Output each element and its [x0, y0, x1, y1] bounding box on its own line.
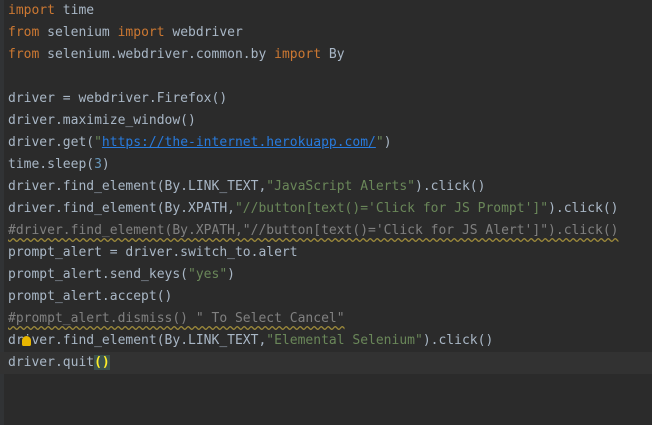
code-text: selenium.webdriver.common.by: [39, 47, 275, 62]
comment: #prompt_alert.dismiss() " To Select Canc…: [8, 311, 345, 326]
code-line-15[interactable]: #prompt_alert.dismiss() " To Select Canc…: [8, 308, 345, 330]
code-editor[interactable]: import time from selenium import webdriv…: [0, 0, 652, 425]
comment: #driver.find_element(By.XPATH,"//button[…: [8, 223, 619, 238]
code-text: prompt_alert.send_keys(: [8, 267, 189, 282]
code-text: selenium: [39, 25, 118, 40]
code-text: webdriver: [164, 25, 243, 40]
string-literal: "yes": [188, 267, 228, 282]
bulb-icon[interactable]: [21, 335, 31, 346]
code-text: ): [227, 267, 235, 282]
code-text: driver.get(: [8, 135, 95, 150]
number-literal: 3: [94, 157, 102, 172]
code-line-3[interactable]: from selenium.webdriver.common.by import…: [8, 44, 345, 66]
code-line-9[interactable]: driver.find_element(By.LINK_TEXT,"JavaSc…: [8, 176, 485, 198]
code-line-16[interactable]: driver.find_element(By.LINK_TEXT,"Elemen…: [8, 330, 493, 352]
code-text: time: [54, 3, 95, 18]
code-line-17[interactable]: driver.quit(): [8, 352, 110, 374]
string-literal: "//button[text()='Click for JS Prompt']": [234, 201, 549, 216]
code-text: prompt_alert = driver.switch_to.alert: [8, 245, 298, 260]
url-link[interactable]: https://the-internet.herokuapp.com/: [102, 135, 376, 150]
code-line-5[interactable]: driver = webdriver.Firefox(): [8, 88, 227, 110]
keyword: import: [117, 25, 165, 40]
matched-paren: (): [94, 355, 110, 370]
code-text: ): [383, 135, 392, 150]
keyword: import: [8, 3, 55, 18]
code-text: driver.quit: [8, 355, 95, 370]
code-text: By: [321, 47, 345, 62]
code-text: prompt_alert.accept(): [8, 289, 173, 304]
code-line-12[interactable]: prompt_alert = driver.switch_to.alert: [8, 242, 298, 264]
string-literal: "JavaScript Alerts": [266, 179, 415, 194]
code-line-10[interactable]: driver.find_element(By.XPATH,"//button[t…: [8, 198, 619, 220]
code-text: ).click(): [422, 333, 494, 348]
code-text: ).click(): [548, 201, 619, 216]
code-text: river.find_element(By.LINK_TEXT,: [15, 333, 267, 348]
code-line-1[interactable]: import time: [8, 0, 94, 22]
string-literal: "Elemental Selenium": [266, 333, 423, 348]
code-line-6[interactable]: driver.maximize_window(): [8, 110, 196, 132]
keyword: from: [8, 25, 40, 40]
keyword: from: [8, 47, 40, 62]
code-text: driver.maximize_window(): [8, 113, 196, 128]
code-line-14[interactable]: prompt_alert.accept(): [8, 286, 172, 308]
code-text: d: [8, 333, 16, 348]
code-text: time.sleep(: [8, 157, 95, 172]
code-text: driver = webdriver.Firefox(): [8, 91, 228, 106]
code-line-13[interactable]: prompt_alert.send_keys("yes"): [8, 264, 235, 286]
code-text: driver.find_element(By.LINK_TEXT,: [8, 179, 267, 194]
code-line-2[interactable]: from selenium import webdriver: [8, 22, 243, 44]
code-text: driver.find_element(By.XPATH,: [8, 201, 235, 216]
string-quote: ": [375, 135, 384, 150]
code-line-7[interactable]: driver.get("https://the-internet.herokua…: [8, 132, 392, 154]
code-line-8[interactable]: time.sleep(3): [8, 154, 110, 176]
code-text: ): [101, 157, 110, 172]
keyword: import: [274, 47, 322, 62]
code-line-11[interactable]: #driver.find_element(By.XPATH,"//button[…: [8, 220, 618, 242]
code-text: ).click(): [415, 179, 486, 194]
string-quote: ": [94, 135, 102, 150]
